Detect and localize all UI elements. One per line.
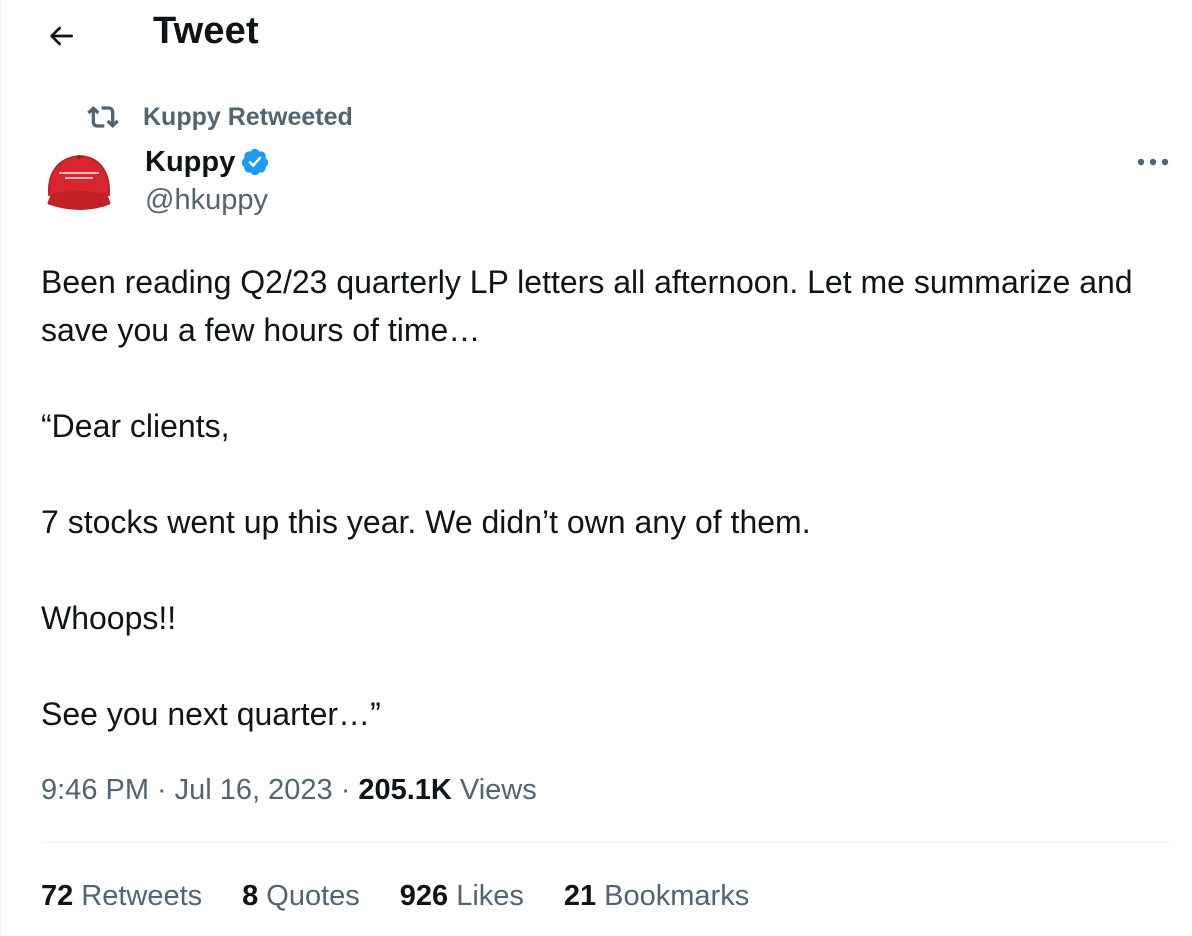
stat-label: Likes bbox=[456, 879, 524, 912]
tweet-date[interactable]: Jul 16, 2023 bbox=[175, 774, 333, 807]
page-header: Tweet bbox=[1, 0, 1192, 70]
tweet-paragraph: “Dear clients, bbox=[41, 408, 230, 444]
stat-likes[interactable]: 926 Likes bbox=[400, 880, 524, 913]
views-count: 205.1K bbox=[358, 773, 452, 806]
avatar[interactable] bbox=[41, 144, 117, 220]
stat-label: Bookmarks bbox=[604, 879, 750, 912]
stat-count: 21 bbox=[563, 879, 597, 912]
tweet-paragraph: Whoops!! bbox=[41, 600, 177, 636]
red-cap-avatar-icon bbox=[41, 144, 117, 220]
more-options-button[interactable] bbox=[1133, 150, 1173, 174]
verified-badge-icon[interactable] bbox=[240, 146, 272, 178]
tweet-paragraph: Been reading Q2/23 quarterly LP letters … bbox=[41, 264, 1133, 348]
meta-separator: · bbox=[340, 773, 351, 806]
stat-label: Retweets bbox=[81, 879, 203, 912]
retweet-icon bbox=[87, 100, 121, 134]
stat-bookmarks[interactable]: 21 Bookmarks bbox=[564, 880, 749, 913]
stat-count: 72 bbox=[41, 879, 74, 912]
stat-count: 926 bbox=[399, 879, 449, 912]
stat-count: 8 bbox=[242, 879, 259, 912]
tweet-paragraph: 7 stocks went up this year. We didn’t ow… bbox=[41, 504, 811, 540]
back-button[interactable] bbox=[41, 16, 81, 56]
stat-label: Quotes bbox=[266, 879, 360, 912]
more-horizontal-icon bbox=[1137, 158, 1169, 166]
meta-separator: · bbox=[157, 773, 167, 806]
tweet-paragraph: See you next quarter…” bbox=[41, 696, 381, 732]
engagement-stats: 72 Retweets 8 Quotes 926 Likes 21 Bookmarks bbox=[41, 874, 789, 918]
divider bbox=[41, 842, 1173, 843]
retweet-banner[interactable]: Kuppy Retweeted bbox=[87, 100, 353, 134]
tweet-text: Been reading Q2/23 quarterly LP letters … bbox=[41, 258, 1173, 738]
tweet-meta: 9:46 PM · Jul 16, 2023 · 205.1K Views bbox=[41, 768, 537, 812]
stat-quotes[interactable]: 8 Quotes bbox=[242, 880, 360, 913]
views-label: Views bbox=[459, 773, 537, 806]
user-info: Kuppy @hkuppy bbox=[145, 142, 272, 217]
display-name[interactable]: Kuppy bbox=[145, 146, 235, 179]
arrow-left-icon bbox=[50, 26, 73, 46]
stat-retweets[interactable]: 72 Retweets bbox=[41, 880, 202, 913]
display-name-row: Kuppy bbox=[145, 142, 272, 182]
page-title: Tweet bbox=[153, 10, 259, 52]
retweet-banner-text: Kuppy Retweeted bbox=[143, 102, 353, 131]
tweet-page: Tweet Kuppy Retweeted Kuppy @hkuppy Been… bbox=[0, 0, 1192, 936]
tweet-time[interactable]: 9:46 PM bbox=[41, 774, 149, 807]
user-handle[interactable]: @hkuppy bbox=[145, 184, 272, 217]
